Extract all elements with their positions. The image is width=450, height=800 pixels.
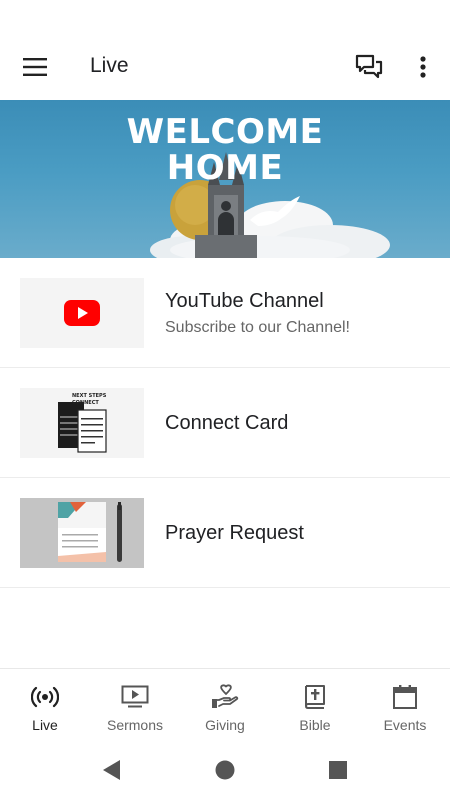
nav-item-giving[interactable]: Giving [180, 669, 270, 740]
nav-item-live[interactable]: Live [0, 669, 90, 740]
list-item-subtitle: Subscribe to our Channel! [165, 318, 350, 336]
page-title: Live [90, 54, 129, 77]
banner-title-line-1: WELCOME [126, 112, 324, 152]
youtube-play-icon [64, 300, 100, 326]
bible-book-icon [300, 683, 330, 711]
video-screen-icon [120, 683, 150, 711]
connect-card-thumbnail: NEXT STEPS CONNECT [20, 388, 144, 458]
thumb-next-steps-text: NEXT STEPS [72, 393, 107, 399]
hamburger-menu-icon[interactable] [18, 51, 52, 83]
youtube-logo-thumbnail [20, 278, 144, 348]
list-item-prayer-request[interactable]: Prayer Request [0, 478, 450, 588]
system-navigation-bar [0, 740, 450, 800]
list-item-youtube-channel[interactable]: YouTube Channel Subscribe to our Channel… [0, 258, 450, 368]
bottom-navigation: Live Sermons Giving Bible Events [0, 668, 450, 740]
prayer-cards-illustration [20, 498, 144, 568]
nav-label: Giving [205, 717, 245, 733]
live-broadcast-icon [30, 683, 60, 711]
back-triangle-icon[interactable] [100, 758, 124, 782]
nav-label: Sermons [106, 717, 164, 733]
status-bar [0, 0, 450, 36]
thumb-connect-text: CONNECT [72, 400, 99, 406]
heart-in-hand-icon [210, 683, 240, 711]
nav-label: Events [383, 717, 427, 733]
list-item-title: Prayer Request [165, 521, 304, 544]
nav-item-sermons[interactable]: Sermons [90, 669, 180, 740]
connect-card-illustration: NEXT STEPS CONNECT [58, 393, 107, 453]
banner-title-line-2: HOME [166, 148, 284, 188]
content-list: YouTube Channel Subscribe to our Channel… [0, 258, 450, 588]
nav-item-bible[interactable]: Bible [270, 669, 360, 740]
list-item-title: Connect Card [165, 411, 289, 434]
chat-bubbles-icon[interactable] [352, 50, 386, 84]
nav-item-events[interactable]: Events [360, 669, 450, 740]
banner-title: WELCOME HOME [0, 114, 450, 186]
nav-label: Bible [299, 717, 331, 733]
app-bar: Live [0, 36, 450, 98]
calendar-icon [390, 683, 420, 711]
welcome-home-banner: WELCOME HOME [0, 100, 450, 258]
nav-label: Live [32, 717, 58, 733]
list-item-connect-card[interactable]: NEXT STEPS CONNECT Connect Card [0, 368, 450, 478]
more-vertical-icon[interactable] [408, 50, 438, 84]
prayer-request-thumbnail [20, 498, 144, 568]
list-item-title: YouTube Channel [165, 289, 324, 312]
recents-square-icon[interactable] [326, 758, 350, 782]
home-circle-icon[interactable] [213, 758, 237, 782]
